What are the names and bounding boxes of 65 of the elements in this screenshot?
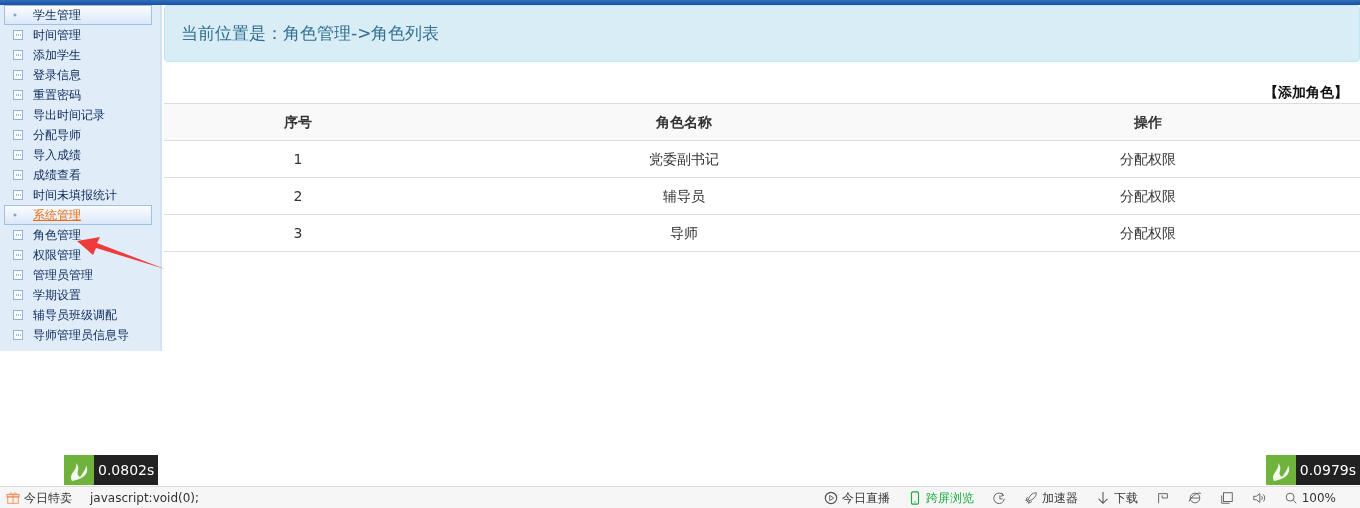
list-bullet-icon (13, 250, 23, 260)
list-bullet-icon (13, 90, 23, 100)
status-text[interactable]: javascript:void(0); (90, 488, 200, 507)
sidebar-item[interactable]: 时间未填报统计 (33, 186, 117, 204)
status-text[interactable]: 100% (1301, 488, 1336, 507)
sidebar-item[interactable]: 添加学生 (33, 46, 81, 64)
flag-icon[interactable] (1155, 490, 1170, 505)
table-cell: 导师 (669, 224, 698, 241)
sidebar-item[interactable]: 角色管理 (33, 226, 81, 244)
sidebar-item[interactable]: 登录信息 (33, 66, 81, 84)
status-text[interactable]: 加速器 (1041, 488, 1078, 507)
status-text[interactable]: 下载 (1113, 488, 1138, 507)
list-bullet-icon (13, 130, 23, 140)
list-bullet-icon (13, 190, 23, 200)
assign-permissions-link[interactable]: 分配权限 (1119, 187, 1176, 204)
list-bullet-icon (13, 230, 23, 240)
browser-e-icon[interactable] (1187, 490, 1202, 505)
column-header: 角色名称 (431, 103, 936, 141)
table-cell: 辅导员 (662, 187, 705, 204)
assign-permissions-link[interactable]: 分配权限 (1119, 150, 1176, 167)
column-header: 序号 (164, 103, 432, 141)
sidebar-item[interactable]: 导入成绩 (33, 146, 81, 164)
list-bullet-icon (13, 70, 23, 80)
list-bullet-icon (13, 150, 23, 160)
timing-badge: 0.0802s (94, 455, 159, 485)
sidebar-item[interactable]: 权限管理 (33, 246, 81, 264)
window-icon[interactable] (1219, 490, 1234, 505)
timing-badge: 0.0979s (1295, 455, 1360, 485)
status-text[interactable]: 今日直播 (841, 488, 890, 507)
play-icon[interactable] (823, 490, 838, 505)
list-bullet-icon (13, 310, 23, 320)
sidebar-item[interactable]: 成绩查看 (33, 166, 81, 184)
speaker-icon[interactable] (1251, 490, 1266, 505)
sidebar-item[interactable]: 管理员管理 (33, 266, 93, 284)
sidebar-item[interactable]: 学期设置 (33, 286, 81, 304)
breadcrumb: 当前位置是：角色管理->角色列表 (164, 5, 1360, 62)
status-text[interactable]: 今日特卖 (24, 488, 72, 507)
rocket-icon[interactable] (1023, 490, 1038, 505)
list-bullet-icon (13, 290, 23, 300)
sidebar-item[interactable]: 导师管理员信息导 (33, 326, 129, 344)
list-bullet-icon (13, 170, 23, 180)
list-bullet-icon (13, 30, 23, 40)
search-icon[interactable] (1283, 490, 1298, 505)
list-bullet-icon (13, 270, 23, 280)
gift-icon[interactable] (6, 490, 20, 505)
sidebar-item[interactable]: 时间管理 (33, 26, 81, 44)
table-cell: 党委副书记 (648, 150, 719, 167)
clock-icon[interactable] (991, 490, 1006, 505)
table-cell: 3 (293, 224, 303, 241)
sidebar-item[interactable]: 重置密码 (33, 86, 81, 104)
assign-permissions-link[interactable]: 分配权限 (1119, 224, 1176, 241)
list-bullet-icon (13, 330, 23, 340)
list-bullet-icon (13, 50, 23, 60)
bullet-icon (11, 211, 19, 219)
table-cell: 1 (293, 150, 303, 167)
list-bullet-icon (13, 110, 23, 120)
sidebar-item[interactable]: 导出时间记录 (33, 106, 105, 124)
bullet-icon (11, 11, 19, 19)
down-arrow-icon[interactable] (1095, 490, 1110, 505)
column-header: 操作 (935, 103, 1360, 141)
sidebar-item[interactable]: 分配导师 (33, 126, 81, 144)
sidebar-group[interactable]: 学生管理 (4, 5, 152, 25)
add-role-link[interactable]: 【添加角色】 (1264, 84, 1348, 100)
table-cell: 2 (293, 187, 303, 204)
sidebar-item[interactable]: 辅导员班级调配 (33, 306, 117, 324)
